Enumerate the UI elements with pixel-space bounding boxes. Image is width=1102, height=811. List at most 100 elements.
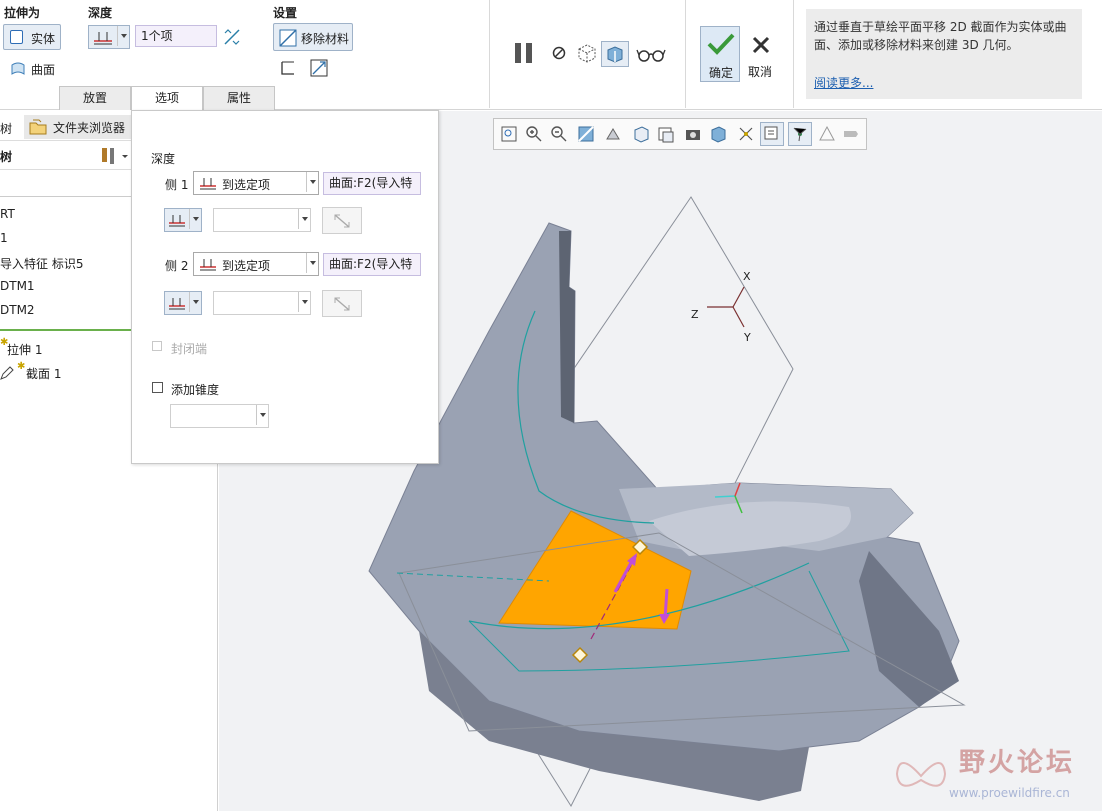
side2-secondary-dropdown[interactable]: [164, 291, 202, 315]
capped-ends-checkbox[interactable]: [152, 341, 162, 351]
solid-label: 实体: [31, 32, 56, 46]
simulation-icon[interactable]: [818, 125, 836, 143]
flip-direction-icon[interactable]: [222, 27, 242, 47]
flip-icon: [334, 297, 350, 311]
repaint-icon[interactable]: [577, 125, 595, 143]
tree-header-label: 树: [0, 150, 13, 164]
flip-icon: [334, 214, 350, 228]
tree-settings-icon[interactable]: [100, 146, 130, 166]
side2-flip-button[interactable]: [322, 290, 362, 317]
verify-preview-button[interactable]: [601, 41, 629, 67]
tree-item-label: 拉伸 1: [7, 343, 43, 357]
tree-item[interactable]: RT: [0, 207, 15, 221]
zoom-in-icon[interactable]: [525, 125, 543, 143]
side1-depth-dropdown[interactable]: 到选定项: [193, 171, 319, 195]
options-panel: 深度 侧 1 到选定项 曲面:F2(导入特征 侧 2: [131, 110, 439, 464]
read-more-link[interactable]: 阅读更多...: [814, 74, 873, 91]
close-icon: [752, 36, 770, 54]
side2-depth-mode: 到选定项: [222, 259, 271, 273]
depth-to-selected-icon: [94, 32, 112, 45]
spin-center-icon: [793, 127, 807, 142]
ribbon-separator: [793, 0, 794, 108]
model-dark-face: [559, 231, 575, 423]
refit-icon[interactable]: [500, 125, 518, 143]
view-toolbar: [493, 118, 867, 150]
tab-folder-label: 文件夹浏览器: [53, 121, 126, 135]
tab-properties[interactable]: 属性: [203, 86, 275, 110]
side1-depth-mode: 到选定项: [222, 178, 271, 192]
no-preview-icon[interactable]: [552, 46, 566, 60]
depth-value-field[interactable]: 1个项: [135, 25, 217, 47]
options-depth-title: 深度: [151, 152, 176, 166]
add-taper-label: 添加锥度: [171, 383, 220, 397]
axis-label-x: X: [743, 270, 751, 283]
remove-material-button[interactable]: 移除材料: [273, 23, 353, 51]
capped-ends-label: 封闭端: [171, 342, 208, 356]
depth-type-dropdown[interactable]: [88, 25, 130, 49]
datum-display-icon[interactable]: [737, 125, 755, 143]
zoom-out-icon[interactable]: [550, 125, 568, 143]
tree-item-extrude[interactable]: ✱ 拉伸 1: [0, 337, 100, 360]
csys-axis: [714, 495, 736, 498]
tree-item-label: 截面 1: [26, 367, 62, 381]
remove-material-icon: [279, 29, 297, 47]
surface-button[interactable]: 曲面: [3, 58, 83, 80]
ribbon-separator: [489, 0, 490, 108]
to-selected-icon: [169, 215, 185, 227]
tree-item[interactable]: DTM2: [0, 303, 35, 317]
perspective-icon[interactable]: [684, 125, 702, 143]
extrude-as-heading: 拉伸为: [4, 6, 41, 20]
tab-folder-browser[interactable]: 文件夹浏览器: [24, 115, 132, 139]
checkmark-icon: [707, 33, 735, 55]
side1-secondary-dropdown[interactable]: [164, 208, 202, 232]
side1-reference-field[interactable]: 曲面:F2(导入特征: [323, 172, 421, 195]
saved-views-icon[interactable]: [632, 125, 650, 143]
tree-item[interactable]: 1: [0, 231, 8, 245]
side1-flip-button[interactable]: [322, 207, 362, 234]
remove-material-label: 移除材料: [301, 32, 350, 46]
axis-label-z: Z: [691, 308, 699, 321]
separate-preview-icon[interactable]: [576, 43, 598, 63]
side1-value-dropdown[interactable]: [213, 208, 311, 232]
tree-item[interactable]: DTM1: [0, 279, 35, 293]
side2-value-dropdown[interactable]: [213, 291, 311, 315]
surface-label: 曲面: [31, 63, 56, 77]
taper-angle-dropdown[interactable]: [170, 404, 269, 428]
depth-heading: 深度: [88, 6, 113, 20]
help-description: 通过垂直于草绘平面平移 2D 截面作为实体或曲面、添加或移除材料来创建 3D 几…: [814, 20, 1067, 52]
side1-label: 侧 1: [165, 178, 189, 192]
side2-depth-dropdown[interactable]: 到选定项: [193, 252, 319, 276]
view-manager-icon[interactable]: [657, 125, 675, 143]
pause-icon[interactable]: [513, 42, 535, 64]
annotation-display-icon: [764, 126, 778, 140]
thicken-sketch-icon[interactable]: [280, 60, 296, 76]
watermark-title: 野火论坛: [959, 748, 1076, 778]
tree-item[interactable]: 导入特征 标识5: [0, 255, 83, 272]
reorient-icon[interactable]: [604, 125, 622, 143]
tab-placement[interactable]: 放置: [59, 86, 131, 110]
spin-center-button[interactable]: [788, 122, 812, 146]
axis-label-y: Y: [744, 331, 751, 344]
verify-preview-icon: [607, 46, 623, 63]
tab-options[interactable]: 选项: [131, 86, 203, 111]
ribbon-separator: [685, 0, 686, 108]
annotation-display-button[interactable]: [760, 122, 784, 146]
ok-button[interactable]: 确定: [700, 26, 740, 82]
flip-material-side-icon[interactable]: [310, 59, 328, 77]
add-taper-checkbox[interactable]: [152, 382, 163, 393]
csys-y-axis: [732, 306, 745, 328]
tree-item-section[interactable]: ✱ 截面 1: [0, 361, 100, 384]
sketch-icon: [0, 366, 14, 380]
glasses-icon[interactable]: [636, 46, 666, 64]
solid-button[interactable]: 实体: [3, 24, 61, 50]
folder-icon: [29, 119, 47, 135]
annotation-icon[interactable]: [842, 125, 860, 143]
butterfly-logo-icon: [895, 762, 947, 787]
tab-model-tree[interactable]: 树: [0, 120, 12, 137]
side2-label: 侧 2: [165, 259, 189, 273]
cancel-button[interactable]: 取消: [744, 26, 780, 82]
to-selected-icon: [200, 178, 216, 190]
display-style-icon[interactable]: [709, 125, 727, 143]
ok-label: 确定: [709, 66, 734, 80]
side2-reference-field[interactable]: 曲面:F2(导入特征: [323, 253, 421, 276]
